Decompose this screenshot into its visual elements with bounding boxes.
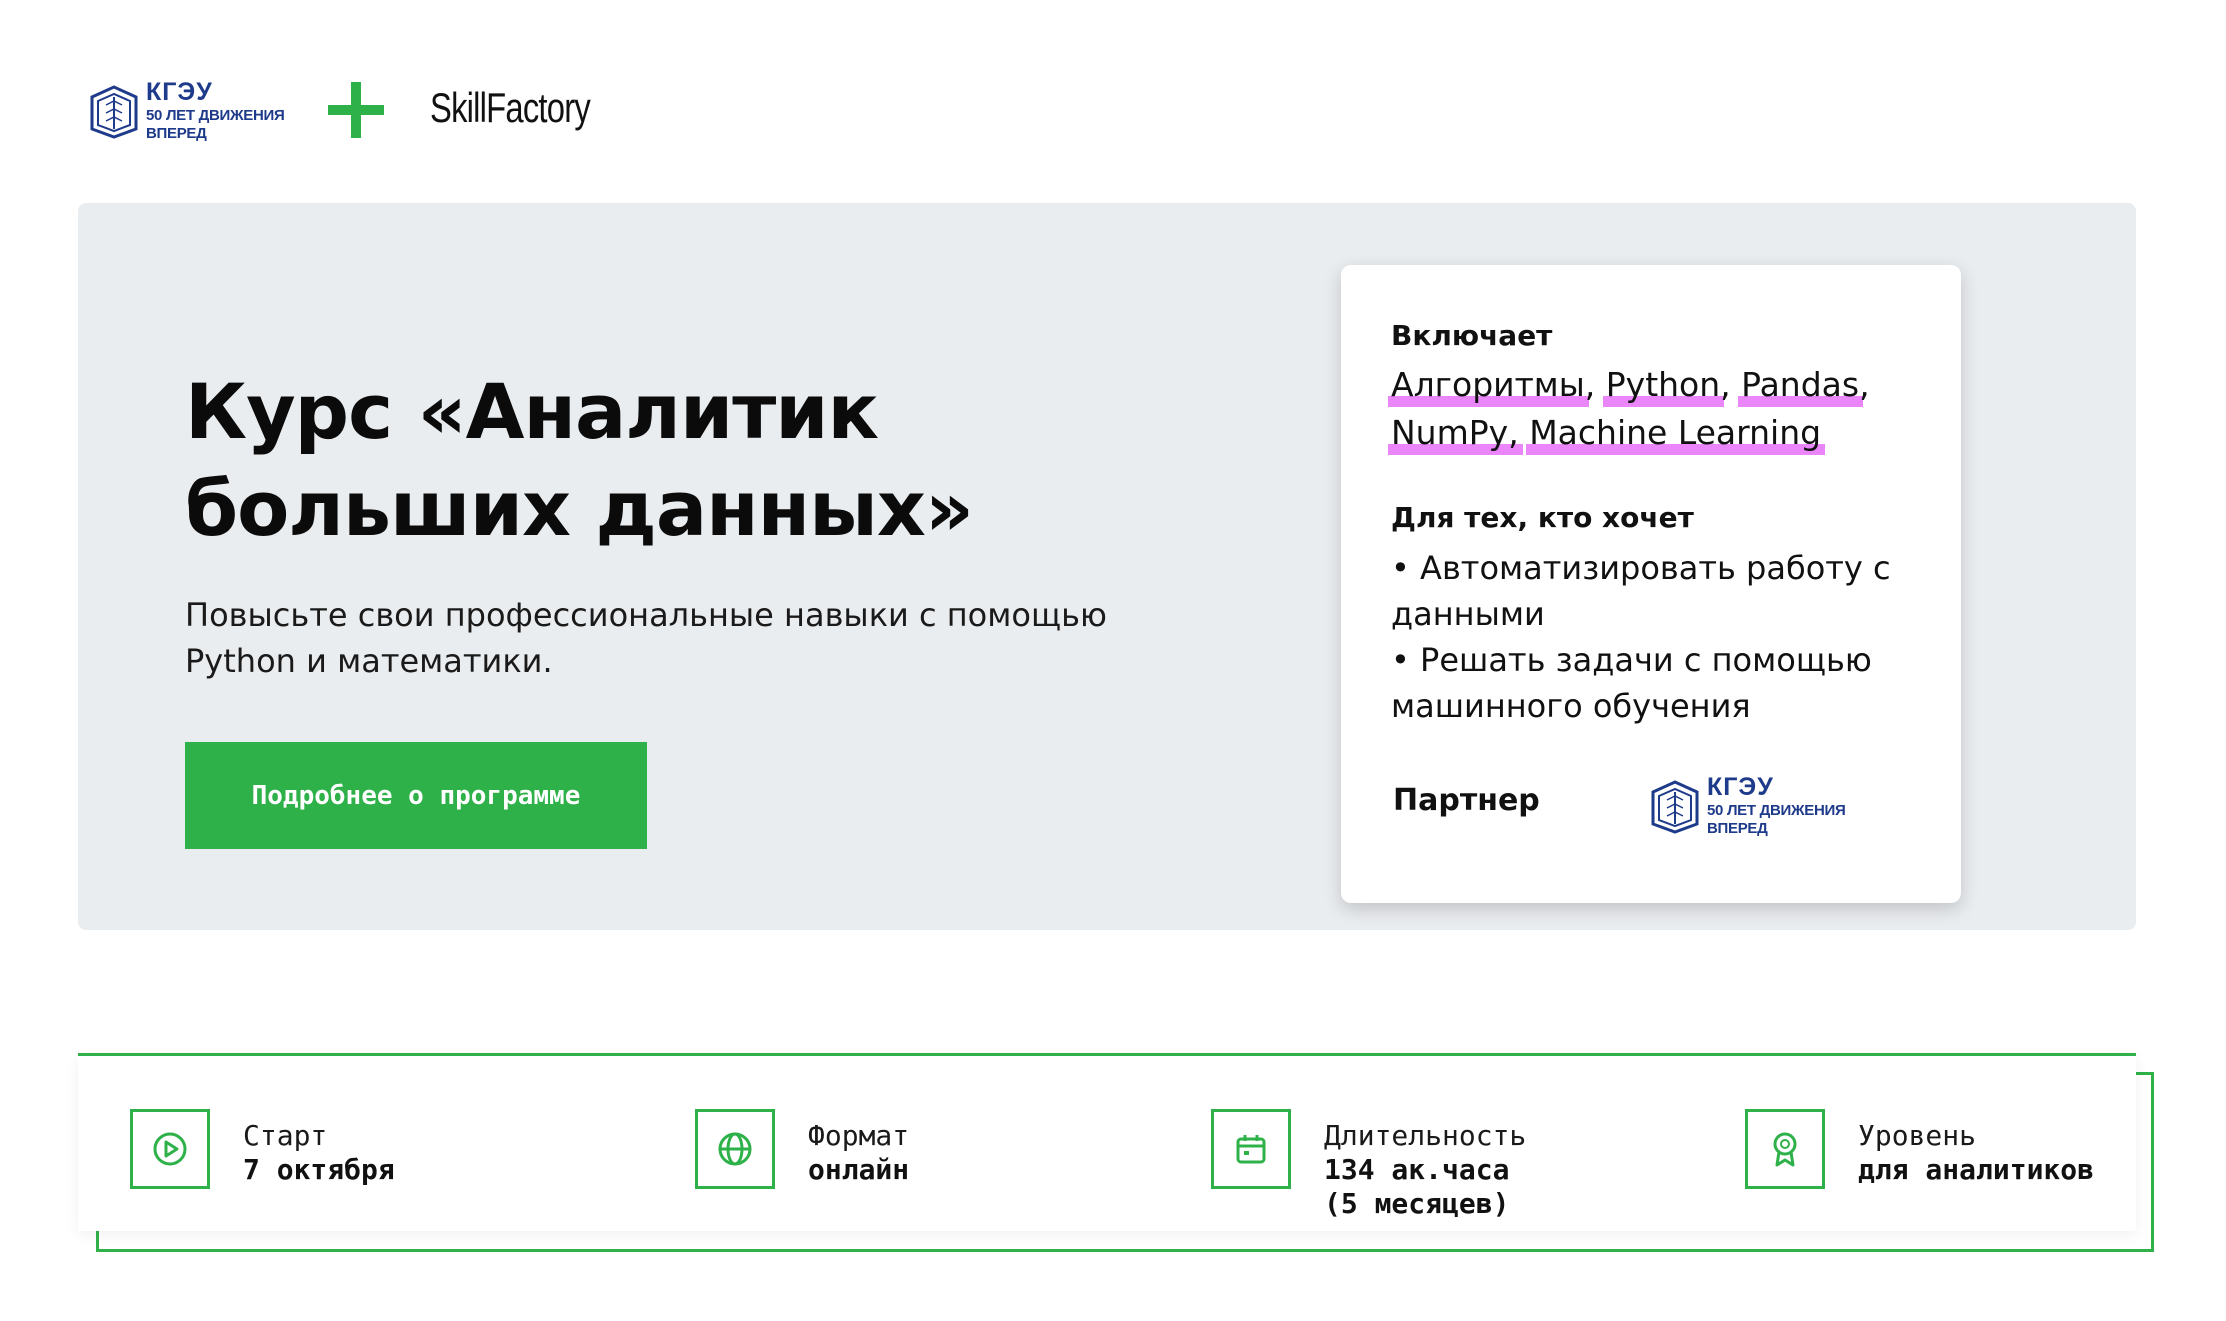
tag-item: Machine Learning bbox=[1526, 409, 1825, 457]
title-line-2: больших данных» bbox=[185, 464, 974, 553]
skillfactory-logo-text: SkillFactory bbox=[430, 84, 591, 131]
tags-list: Алгоритмы, Python, Pandas, NumPy, Machin… bbox=[1388, 361, 1931, 457]
page-title: Курс «Аналитик больших данных» bbox=[185, 363, 974, 557]
stat-label: Старт bbox=[243, 1119, 328, 1152]
tag-item: Pandas bbox=[1738, 361, 1863, 409]
kgeu-emblem-icon bbox=[1651, 779, 1699, 834]
stat-label: Формат bbox=[808, 1119, 910, 1152]
stat-value: 7 октября bbox=[243, 1153, 395, 1186]
header: КГЭУ 50 ЛЕТ ДВИЖЕНИЯ ВПЕРЕД SkillFactory bbox=[88, 78, 688, 148]
award-icon bbox=[1745, 1109, 1825, 1189]
audience-list: • Автоматизировать работу с данными • Ре… bbox=[1391, 545, 1931, 729]
kgeu-tagline-2: ВПЕРЕД bbox=[1707, 820, 1768, 837]
tag-item: NumPy, bbox=[1388, 409, 1523, 457]
kgeu-tagline-1: 50 ЛЕТ ДВИЖЕНИЯ bbox=[1707, 802, 1846, 819]
tag-item: Алгоритмы bbox=[1388, 361, 1589, 409]
stat-value: 134 ак.часа bbox=[1324, 1153, 1510, 1186]
kgeu-tagline-1: 50 ЛЕТ ДВИЖЕНИЯ bbox=[146, 107, 285, 124]
audience-heading: Для тех, кто хочет bbox=[1391, 501, 1694, 534]
kgeu-tagline-2: ВПЕРЕД bbox=[146, 125, 207, 142]
title-line-1: Курс «Аналитик bbox=[185, 367, 879, 456]
plus-icon bbox=[328, 82, 384, 138]
globe-icon bbox=[695, 1109, 775, 1189]
kgeu-name: КГЭУ bbox=[1707, 773, 1774, 801]
stat-label: Длительность bbox=[1324, 1119, 1527, 1152]
kgeu-logo[interactable]: КГЭУ 50 ЛЕТ ДВИЖЕНИЯ ВПЕРЕД bbox=[88, 78, 285, 142]
list-item: • Решать задачи с помощью машинного обуч… bbox=[1391, 641, 1872, 725]
course-stats-bar: Старт 7 октября Формат онлайн Длительнос… bbox=[78, 1053, 2136, 1231]
play-icon bbox=[130, 1109, 210, 1189]
course-info-card: Включает Алгоритмы, Python, Pandas, NumP… bbox=[1341, 265, 1961, 903]
list-item: • Автоматизировать работу с данными bbox=[1391, 549, 1891, 633]
partner-label: Партнер bbox=[1393, 783, 1540, 818]
kgeu-name: КГЭУ bbox=[146, 78, 213, 106]
includes-heading: Включает bbox=[1391, 319, 1553, 352]
stat-value-secondary: (5 месяцев) bbox=[1324, 1187, 1510, 1220]
more-about-program-button[interactable]: Подробнее о программе bbox=[185, 742, 647, 849]
stat-label: Уровень bbox=[1858, 1119, 1977, 1152]
hero-subtitle: Повысьте свои профессиональные навыки с … bbox=[185, 596, 1107, 680]
skillfactory-logo[interactable]: SkillFactory bbox=[430, 84, 591, 132]
stat-value: онлайн bbox=[808, 1153, 910, 1186]
partner-logo[interactable]: КГЭУ 50 ЛЕТ ДВИЖЕНИЯ ВПЕРЕД bbox=[1649, 773, 1846, 837]
kgeu-emblem-icon bbox=[90, 84, 138, 139]
calendar-icon bbox=[1211, 1109, 1291, 1189]
tag-item: Python bbox=[1602, 361, 1725, 409]
stat-value: для аналитиков bbox=[1858, 1153, 2095, 1186]
